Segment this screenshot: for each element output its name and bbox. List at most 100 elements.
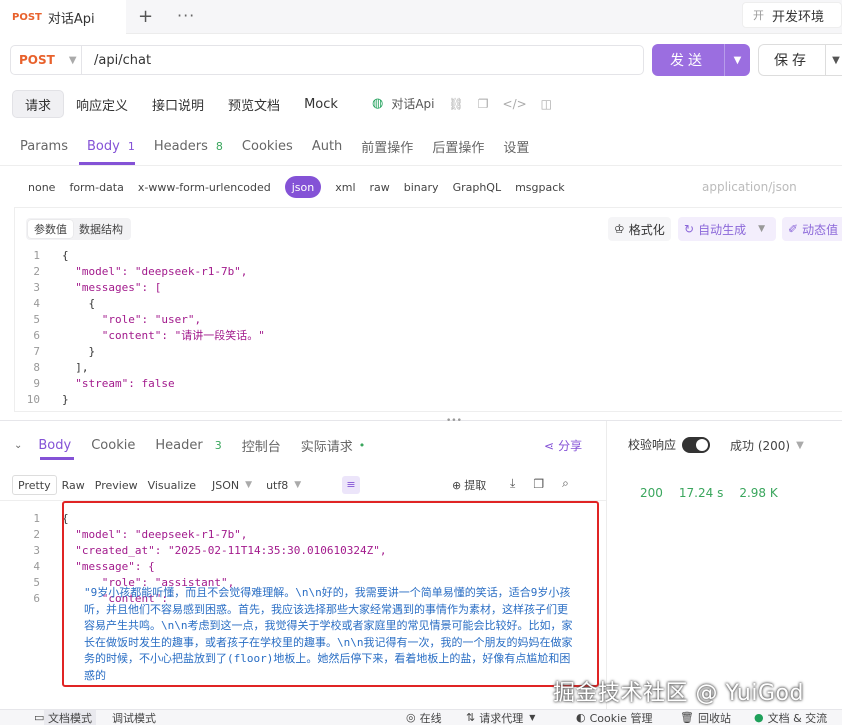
cookie-icon: ◐ [576, 711, 586, 724]
save-label: 保存 [774, 53, 810, 69]
format-icon: ♔ [614, 222, 625, 236]
view-pretty[interactable]: Pretty [12, 475, 57, 495]
proxy-button[interactable]: ⇅ 请求代理 ▼ [466, 710, 535, 725]
body-type-graphql[interactable]: GraphQL [453, 176, 502, 198]
tab-label: Cookies [241, 138, 293, 154]
community-button[interactable]: ● 文档 & 交流 [754, 710, 827, 725]
extract-button[interactable]: ⊕ 提取 [452, 477, 486, 493]
url-input[interactable] [81, 45, 644, 75]
link-icon[interactable]: ⛓ [449, 97, 464, 111]
tab-title: 对话Api [47, 11, 95, 27]
debug-mode-button[interactable]: 调试模式 [112, 710, 156, 725]
tab-pre-ops[interactable]: 前置操作 [361, 134, 413, 158]
method-select[interactable]: POST ▼ [10, 45, 82, 75]
panel-icon[interactable]: ◫ [541, 97, 552, 111]
body-type-json[interactable]: json [284, 176, 322, 198]
content-type-label: application/json [702, 180, 797, 194]
mode-tab-response-def[interactable]: 响应定义 [64, 90, 140, 118]
tab-label: Headers [153, 138, 208, 154]
resp-tab-cookie[interactable]: Cookie [91, 438, 135, 453]
environment-select[interactable]: 开 开发环境 [742, 2, 842, 28]
chat-icon: ● [754, 711, 764, 724]
more-icon[interactable]: ··· [177, 6, 195, 25]
response-status-select[interactable]: 成功 (200) ▼ [730, 437, 804, 454]
tab-cookies[interactable]: Cookies [242, 134, 293, 158]
mode-tab-preview[interactable]: 预览文档 [216, 90, 292, 118]
verify-toggle[interactable] [682, 436, 711, 453]
auto-generate-button[interactable]: ↻ 自动生成 ▼ [678, 217, 776, 241]
online-icon: ◎ [406, 711, 416, 724]
mode-tab-request[interactable]: 请求 [12, 90, 65, 118]
seg-values[interactable]: 参数值 [28, 220, 73, 238]
resp-tab-console[interactable]: 控制台 [242, 436, 281, 455]
view-visualize[interactable]: Visualize [143, 475, 201, 495]
proxy-label: 请求代理 [479, 711, 524, 725]
drag-handle-icon[interactable]: ••• [446, 416, 462, 426]
verify-response: 校验响应 [628, 436, 711, 453]
community-label: 文档 & 交流 [767, 711, 828, 725]
code-line: "stream": false [62, 377, 175, 390]
body-type-xml[interactable]: xml [335, 176, 355, 198]
online-status[interactable]: ◎ 在线 [406, 710, 442, 725]
resp-tab-header[interactable]: Header 3 [155, 438, 221, 453]
format-select[interactable]: JSON ▼ [207, 475, 257, 495]
resp-tab-actual-request[interactable]: 实际请求 • [301, 436, 366, 455]
divider [0, 165, 842, 166]
code-line: ], [62, 361, 89, 374]
tab-headers[interactable]: Headers 8 [154, 134, 223, 158]
share-button[interactable]: ⋖ 分享 [544, 437, 582, 454]
trash-label: 回收站 [697, 711, 731, 725]
line-number: 7 [33, 345, 40, 358]
search-icon[interactable]: ⌕ [562, 476, 569, 491]
send-button[interactable]: 发送 ▼ [652, 44, 750, 76]
line-number: 3 [33, 544, 40, 557]
view-preview[interactable]: Preview [90, 475, 143, 495]
chevron-down-icon[interactable]: ▼ [725, 55, 750, 66]
view-raw[interactable]: Raw [57, 475, 90, 495]
dynamic-value-button[interactable]: ✐ 动态值 [782, 217, 842, 241]
body-type-urlencoded[interactable]: x-www-form-urlencoded [138, 176, 271, 198]
cookie-manager-button[interactable]: ◐ Cookie 管理 [576, 710, 652, 725]
body-type-msgpack[interactable]: msgpack [515, 176, 565, 198]
copy-icon[interactable]: ❐ [533, 477, 544, 491]
code-icon[interactable]: </> [503, 97, 527, 111]
tab-label: Params [20, 138, 68, 154]
request-tab[interactable]: POST 对话Api [0, 0, 126, 34]
response-time: 17.24 s [678, 486, 724, 500]
tab-post-ops[interactable]: 后置操作 [432, 134, 484, 158]
active-tab-indicator [40, 457, 74, 460]
share-label: 分享 [558, 439, 583, 453]
mode-tab-mock[interactable]: Mock [292, 90, 350, 118]
code-line: { [62, 297, 96, 310]
tab-settings[interactable]: 设置 [503, 134, 529, 158]
body-type-binary[interactable]: binary [404, 176, 439, 198]
tab-body[interactable]: Body 1 [87, 134, 135, 158]
tab-params[interactable]: Params [20, 134, 68, 158]
new-tab-icon[interactable]: + [138, 6, 153, 27]
resp-tab-body[interactable]: Body [38, 438, 71, 453]
body-type-raw[interactable]: raw [370, 176, 390, 198]
panel-splitter[interactable] [0, 420, 842, 421]
line-number: 6 [33, 329, 40, 342]
tab-auth[interactable]: Auth [312, 134, 342, 158]
trash-button[interactable]: 🗑 回收站 [680, 710, 731, 725]
save-button[interactable]: 保存 ▼ [758, 44, 842, 76]
format-button[interactable]: ♔ 格式化 [608, 217, 671, 241]
chevron-down-icon[interactable]: ▼ [826, 55, 842, 66]
collapse-icon[interactable]: ⌄ [14, 440, 22, 451]
request-body-code[interactable]: 1 { 2 "model": "deepseek-r1-7b", 3 "messa… [16, 248, 265, 408]
body-type-none[interactable]: none [28, 176, 55, 198]
tab-count: 1 [127, 139, 135, 153]
response-size: 2.98 K [739, 486, 778, 500]
body-type-form-data[interactable]: form-data [69, 176, 123, 198]
doc-mode-button[interactable]: 文档模式 [44, 709, 96, 725]
chevron-down-icon[interactable]: ▼ [758, 224, 765, 234]
mode-tab-api-doc[interactable]: 接口说明 [140, 90, 216, 118]
encoding-select[interactable]: utf8 ▼ [261, 475, 306, 495]
line-number: 4 [33, 560, 40, 573]
download-icon[interactable]: ⤓ [510, 476, 515, 491]
word-wrap-icon[interactable]: ≡ [342, 476, 360, 494]
copy-icon[interactable]: ❐ [478, 97, 489, 111]
seg-schema[interactable]: 数据结构 [73, 220, 129, 238]
line-number: 6 [33, 592, 40, 605]
